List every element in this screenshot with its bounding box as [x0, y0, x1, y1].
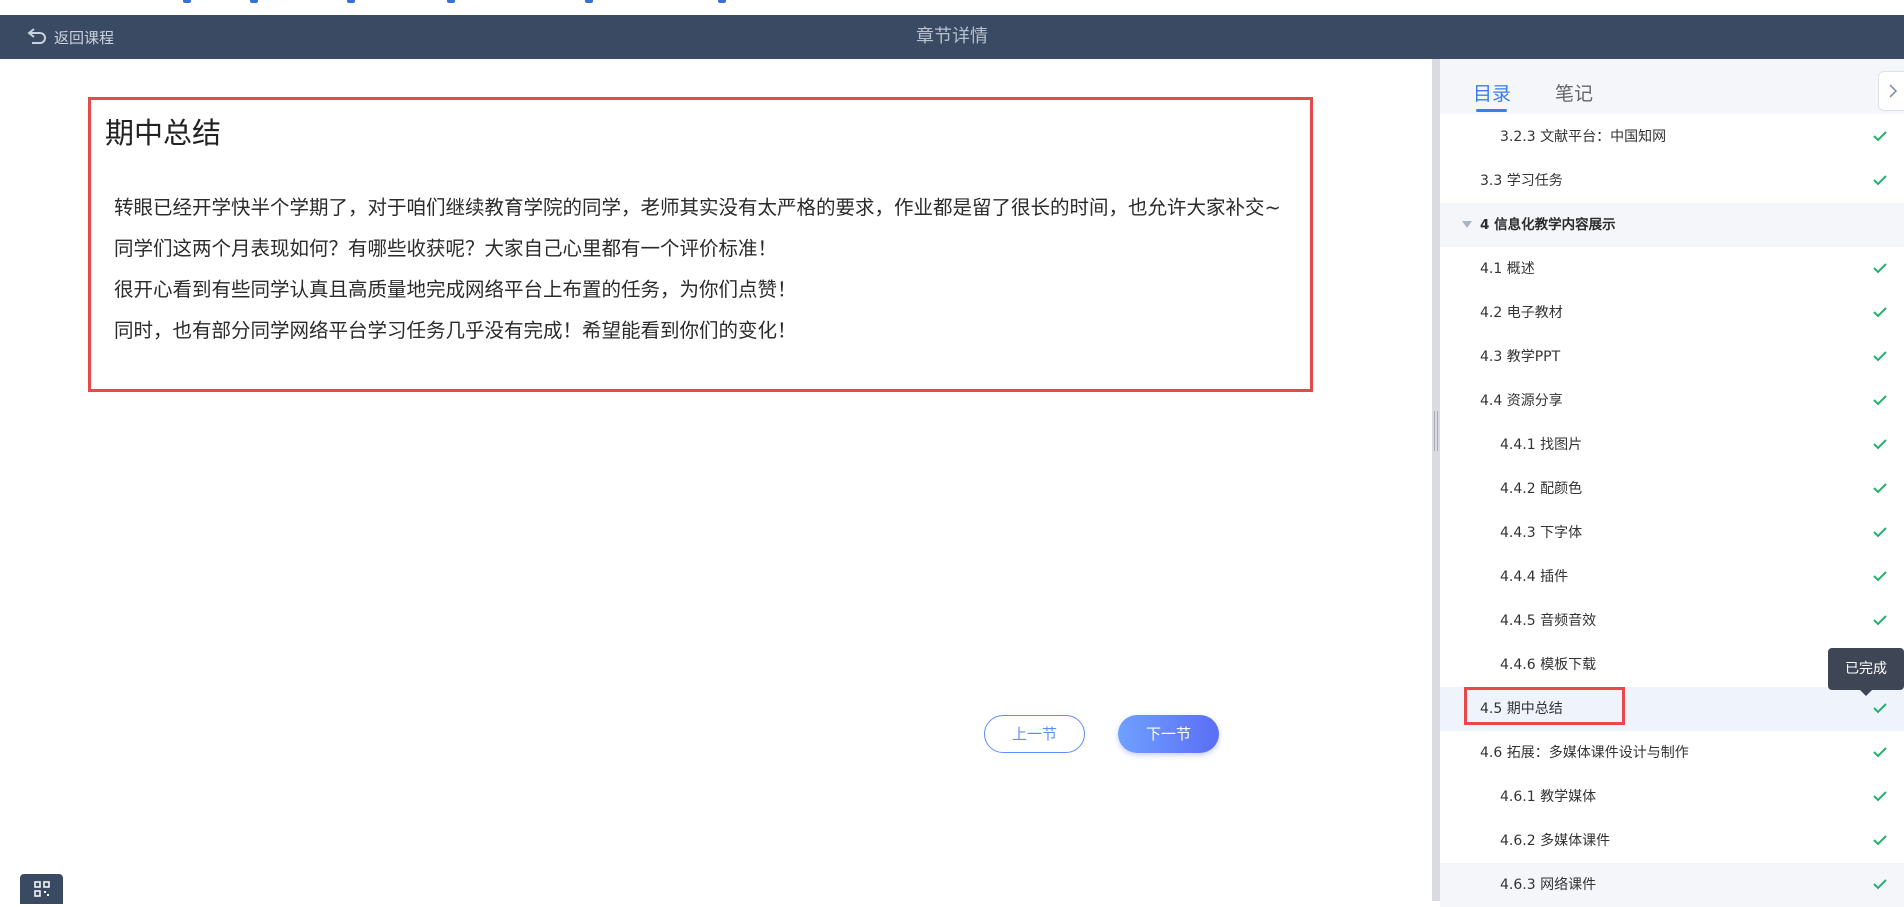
- page-title: 章节详情: [916, 26, 988, 47]
- catalog-item-label: 3.2.3 文献平台：中国知网: [1500, 129, 1667, 145]
- catalog-item-label: 4.5 期中总结: [1480, 701, 1563, 717]
- top-header: 返回课程 章节详情: [0, 15, 1904, 59]
- catalog-item[interactable]: 4.5 期中总结: [1440, 687, 1904, 731]
- catalog-item[interactable]: 4.1 概述: [1440, 247, 1904, 291]
- tab-notes[interactable]: 笔记: [1555, 79, 1593, 106]
- check-icon: [1873, 395, 1887, 406]
- catalog-item[interactable]: 4.4.4 插件: [1440, 555, 1904, 599]
- catalog-item[interactable]: 4.4.3 下字体: [1440, 511, 1904, 555]
- check-icon: [1873, 439, 1887, 450]
- article-highlight-box: 期中总结 转眼已经开学快半个学期了，对于咱们继续教育学院的同学，老师其实没有太严…: [88, 97, 1313, 392]
- catalog-item-label: 4.4.2 配颜色: [1500, 481, 1583, 497]
- prev-section-button[interactable]: 上一节: [984, 715, 1085, 753]
- chapter-content: 期中总结 转眼已经开学快半个学期了，对于咱们继续教育学院的同学，老师其实没有太严…: [0, 59, 1432, 904]
- catalog-item[interactable]: 4.6.2 多媒体课件: [1440, 819, 1904, 863]
- catalog-section[interactable]: 4 信息化教学内容展示: [1440, 203, 1904, 247]
- catalog-item-label: 4.4.4 插件: [1500, 569, 1569, 585]
- catalog-item-label: 4.4 资源分享: [1480, 393, 1563, 409]
- catalog-item[interactable]: 4.4.1 找图片: [1440, 423, 1904, 467]
- catalog-item[interactable]: 4.4 资源分享: [1440, 379, 1904, 423]
- check-icon: [1873, 483, 1887, 494]
- catalog-item-label: 4.6.1 教学媒体: [1500, 789, 1597, 805]
- tab-fragment: [718, 0, 726, 3]
- active-tab-indicator: [1476, 109, 1507, 112]
- catalog-item-label: 4.6 拓展：多媒体课件设计与制作: [1480, 745, 1689, 761]
- article-paragraph: 很开心看到有些同学认真且高质量地完成网络平台上布置的任务，为你们点赞！: [114, 278, 797, 301]
- catalog-item-label: 4.4.6 模板下载: [1500, 657, 1597, 673]
- catalog-item[interactable]: 4.2 电子教材: [1440, 291, 1904, 335]
- catalog-item[interactable]: 3.2.3 文献平台：中国知网: [1440, 115, 1904, 159]
- check-icon: [1873, 879, 1887, 890]
- catalog-item-label: 4 信息化教学内容展示: [1480, 217, 1616, 233]
- tab-fragment: [183, 0, 191, 3]
- check-icon: [1873, 175, 1887, 186]
- check-icon: [1873, 791, 1887, 802]
- qr-code-icon: [33, 881, 50, 897]
- sidebar-tabs: 目录 笔记: [1440, 59, 1904, 114]
- article-body: 转眼已经开学快半个学期了，对于咱们继续教育学院的同学，老师其实没有太严格的要求，…: [114, 187, 1304, 351]
- catalog-sidebar: 目录 笔记 3.2.3 文献平台：中国知网 3.3 学习任务 4 信息化教学内容展示…: [1440, 59, 1904, 907]
- tab-fragment: [250, 0, 258, 3]
- catalog-item-label: 4.4.1 找图片: [1500, 437, 1583, 453]
- tab-fragment: [447, 0, 455, 3]
- catalog-item-label: 4.4.5 音频音效: [1500, 613, 1597, 629]
- qr-code-button[interactable]: [20, 874, 63, 904]
- check-icon: [1873, 571, 1887, 582]
- tooltip-text: 已完成: [1845, 661, 1887, 677]
- catalog-item[interactable]: 4.6 拓展：多媒体课件设计与制作: [1440, 731, 1904, 775]
- catalog-item-label: 4.6.3 网络课件: [1500, 877, 1597, 893]
- check-icon: [1873, 263, 1887, 274]
- article-paragraph: 转眼已经开学快半个学期了，对于咱们继续教育学院的同学，老师其实没有太严格的要求，…: [114, 196, 1281, 219]
- check-icon: [1873, 307, 1887, 318]
- catalog-item[interactable]: 4.4.5 音频音效: [1440, 599, 1904, 643]
- article-paragraph: 同学们这两个月表现如何？有哪些收获呢？大家自己心里都有一个评价标准！: [114, 237, 778, 260]
- catalog-item-label: 4.1 概述: [1480, 261, 1535, 277]
- check-icon: [1873, 131, 1887, 142]
- catalog-item-label: 4.3 教学PPT: [1480, 349, 1561, 365]
- chevron-right-icon: [1889, 84, 1898, 98]
- expand-triangle-icon[interactable]: [1462, 221, 1472, 228]
- catalog-item-label: 4.4.3 下字体: [1500, 525, 1583, 541]
- browser-tab-strip: [0, 0, 1904, 15]
- check-icon: [1873, 351, 1887, 362]
- catalog-item[interactable]: 4.6.1 教学媒体: [1440, 775, 1904, 819]
- article-title: 期中总结: [105, 116, 222, 150]
- check-icon: [1873, 747, 1887, 758]
- tab-fragment: [347, 0, 355, 3]
- catalog-item[interactable]: 3.3 学习任务: [1440, 159, 1904, 203]
- panel-resize-handle[interactable]: [1432, 59, 1440, 901]
- completed-tooltip: 已完成: [1828, 648, 1904, 696]
- check-icon: [1873, 527, 1887, 538]
- catalog-item-label: 4.6.2 多媒体课件: [1500, 833, 1611, 849]
- tooltip-arrow: [1860, 690, 1872, 696]
- catalog-item-label: 4.2 电子教材: [1480, 305, 1563, 321]
- check-icon: [1873, 615, 1887, 626]
- check-icon: [1873, 703, 1887, 714]
- catalog-item[interactable]: 4.6.3 网络课件: [1440, 863, 1904, 907]
- grip-icon: [1434, 411, 1438, 451]
- catalog-item[interactable]: 4.3 教学PPT: [1440, 335, 1904, 379]
- check-icon: [1873, 835, 1887, 846]
- collapse-sidebar-button[interactable]: [1878, 71, 1904, 111]
- catalog-item[interactable]: 4.4.2 配颜色: [1440, 467, 1904, 511]
- article-paragraph: 同时，也有部分同学网络平台学习任务几乎没有完成！希望能看到你们的变化！: [114, 319, 797, 342]
- tab-fragment: [585, 0, 593, 3]
- tab-catalog[interactable]: 目录: [1473, 79, 1511, 106]
- next-section-button[interactable]: 下一节: [1118, 715, 1219, 753]
- catalog-item-label: 3.3 学习任务: [1480, 173, 1563, 189]
